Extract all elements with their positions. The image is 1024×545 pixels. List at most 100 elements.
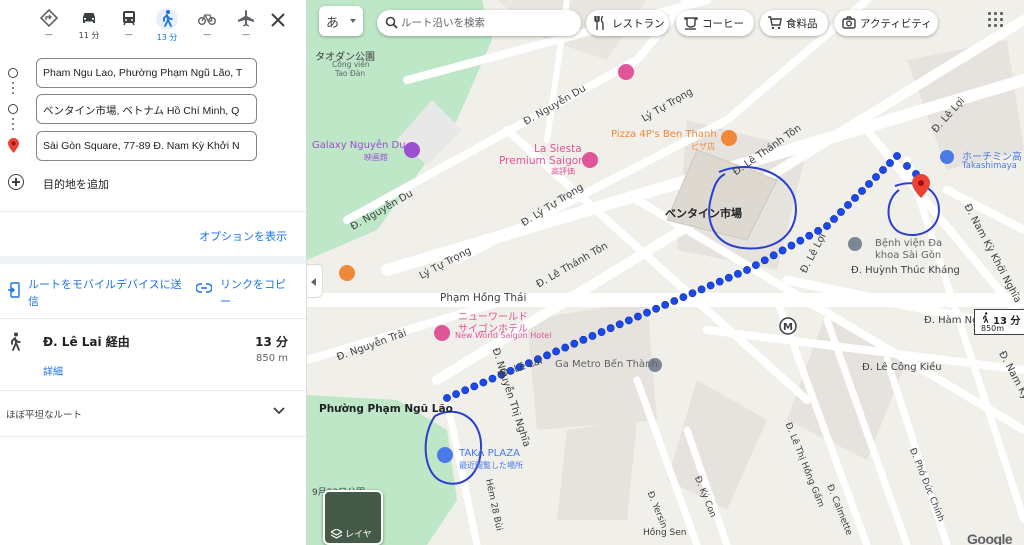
route-dot bbox=[778, 246, 787, 255]
route-dot bbox=[688, 289, 697, 298]
route-dot bbox=[805, 231, 814, 240]
mode-walk[interactable]: 13 分 bbox=[147, 8, 187, 44]
best-route-icon bbox=[39, 8, 59, 28]
svg-text:M: M bbox=[783, 322, 793, 333]
apps-grid-icon[interactable] bbox=[988, 12, 1004, 28]
street-label: Hồng Sen bbox=[643, 528, 687, 538]
route-dot bbox=[734, 269, 742, 278]
send-to-phone-icon bbox=[8, 282, 20, 298]
mode-flight[interactable]: — bbox=[226, 8, 266, 44]
map-label-ben-thanh[interactable]: ベンタイン市場 bbox=[665, 205, 742, 221]
map-label-taodan2: Công viên bbox=[332, 60, 370, 69]
mode-flight-label: — bbox=[242, 30, 250, 39]
chip-label: 食料品 bbox=[786, 18, 818, 30]
divider bbox=[0, 318, 306, 319]
destination-pin-icon bbox=[8, 138, 19, 153]
route-dot bbox=[844, 201, 852, 209]
route-via: Đ. Lê Lai 経由 bbox=[43, 335, 130, 349]
search-icon bbox=[385, 16, 398, 29]
map-label-la-siesta-sub: 高評価 bbox=[551, 167, 575, 176]
route-dot bbox=[679, 293, 688, 302]
route-dot bbox=[893, 152, 901, 160]
walk-icon bbox=[11, 332, 21, 351]
route-dot bbox=[579, 335, 588, 344]
collapse-panel-button[interactable] bbox=[307, 264, 323, 298]
route-dot bbox=[652, 304, 660, 313]
chip-restaurants[interactable]: レストラン bbox=[586, 10, 669, 36]
route-dot bbox=[452, 390, 460, 399]
language-button[interactable]: あ bbox=[319, 6, 363, 36]
route-dot bbox=[543, 351, 551, 360]
route-dot bbox=[724, 273, 733, 282]
car-icon bbox=[83, 13, 95, 23]
mode-car[interactable]: 11 分 bbox=[69, 8, 109, 44]
google-logo: Google bbox=[967, 531, 1013, 545]
link-icon bbox=[196, 283, 212, 293]
divider bbox=[0, 211, 306, 212]
route-dot bbox=[769, 251, 778, 260]
map-label-ga-metro[interactable]: Ga Metro Bến Thành bbox=[555, 359, 658, 370]
chip-groceries[interactable]: 食料品 bbox=[760, 10, 828, 36]
route-dot bbox=[751, 261, 760, 270]
map-label-taka-sub: 最近閲覧した場所 bbox=[459, 461, 523, 470]
route-option[interactable]: Đ. Lê Lai 経由 13 分 850 m 詳細 bbox=[0, 320, 306, 390]
route-dot bbox=[443, 394, 451, 402]
route-dot bbox=[743, 266, 751, 274]
add-destination-label: 目的地を追加 bbox=[43, 178, 109, 191]
route-dot bbox=[624, 316, 633, 325]
layers-button[interactable]: レイヤ bbox=[323, 490, 383, 545]
map-label-pham-ngu-lao[interactable]: Phường Phạm Ngũ Lão bbox=[319, 403, 453, 415]
route-dot bbox=[903, 162, 911, 170]
search-input[interactable] bbox=[401, 14, 573, 32]
route-elevation-label: ほぼ平坦なルート bbox=[6, 410, 83, 421]
route-dot bbox=[670, 297, 679, 305]
stop-row-destination: Sài Gòn Square, 77-89 Đ. Nam Kỳ Khởi N bbox=[0, 131, 306, 161]
mode-transit[interactable]: — bbox=[109, 8, 149, 44]
layers-label: レイヤ bbox=[345, 530, 372, 540]
route-dot bbox=[479, 378, 488, 387]
layers-icon bbox=[331, 529, 342, 539]
map-label-taka-plaza[interactable]: TAKA PLAZA bbox=[459, 448, 520, 459]
route-time-callout[interactable]: 13 分 850m bbox=[974, 309, 1024, 335]
chip-label: レストラン bbox=[612, 18, 665, 30]
route-dot bbox=[787, 241, 796, 250]
route-dot bbox=[706, 281, 715, 290]
waypoint-input[interactable]: ベンタイン市場, ベトナム Hồ Chí Minh, Q bbox=[36, 94, 257, 124]
origin-input[interactable]: Pham Ngu Lao, Phường Phạm Ngũ Lão, T bbox=[36, 58, 257, 88]
route-dot bbox=[597, 328, 606, 336]
cart-icon bbox=[768, 16, 782, 30]
route-distance: 850 m bbox=[255, 353, 288, 364]
map-canvas[interactable]: M ベンタイン市場 Phường Phạm Ngũ Lão TAKA PLAZA… bbox=[307, 0, 1024, 545]
route-time: 13 分 bbox=[255, 335, 288, 349]
mode-best-route[interactable]: — bbox=[29, 8, 69, 44]
mode-best-route-label: — bbox=[45, 30, 53, 39]
search-along-route[interactable] bbox=[377, 10, 581, 36]
route-details-link[interactable]: 詳細 bbox=[43, 363, 63, 378]
close-directions-button[interactable] bbox=[266, 8, 290, 32]
route-dot bbox=[697, 285, 706, 294]
chip-label: コーヒー bbox=[702, 18, 744, 30]
chevron-down-icon bbox=[273, 407, 285, 415]
route-dot bbox=[830, 215, 838, 223]
route-dot bbox=[588, 332, 597, 340]
chip-coffee[interactable]: コーヒー bbox=[676, 10, 754, 36]
destination-input[interactable]: Sài Gòn Square, 77-89 Đ. Nam Kỳ Khởi N bbox=[36, 131, 257, 161]
show-options-link[interactable]: オプションを表示 bbox=[199, 228, 287, 244]
route-dot bbox=[760, 256, 769, 265]
maps-window: — 11 分 — 13 分 — — Pham Ngu Lao, Phường P… bbox=[0, 0, 1024, 545]
route-dot bbox=[470, 382, 479, 391]
map-label-benh-vien1[interactable]: Bệnh viện Đa bbox=[875, 238, 942, 249]
bike-icon bbox=[198, 14, 216, 25]
map-label-pizza[interactable]: Pizza 4P's Ben Thanh bbox=[611, 129, 717, 140]
divider bbox=[0, 436, 306, 437]
add-destination-button[interactable]: 目的地を追加 bbox=[6, 174, 206, 194]
restaurant-icon bbox=[594, 16, 604, 30]
mode-bike-label: — bbox=[203, 30, 211, 39]
coffee-icon bbox=[684, 17, 698, 30]
map-label-galaxy[interactable]: Galaxy Nguyễn Du bbox=[312, 140, 406, 151]
street-label: Đ. Lê Công Kiều bbox=[862, 362, 942, 373]
mode-bike[interactable]: — bbox=[187, 8, 227, 44]
chip-activities[interactable]: アクティビティ bbox=[834, 10, 938, 36]
route-elevation-toggle[interactable]: ほぼ平坦なルート bbox=[0, 398, 306, 428]
map-label-la-siesta1[interactable]: La Siesta bbox=[534, 143, 582, 155]
